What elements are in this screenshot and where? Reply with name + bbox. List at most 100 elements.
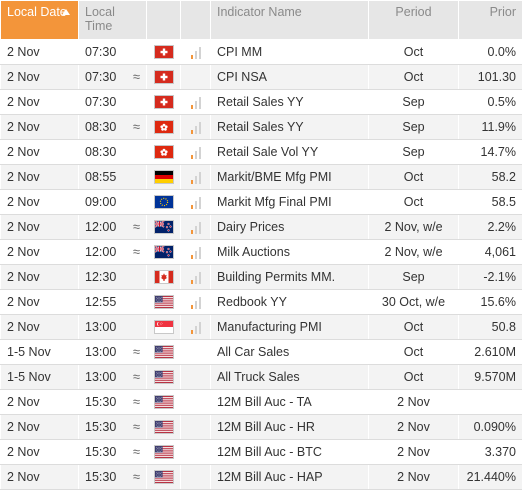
approximate-time-icon: ≈ [133, 394, 140, 409]
importance-bars-icon [191, 122, 201, 134]
importance-cell [181, 40, 211, 65]
indicator-name-cell[interactable]: Redbook YY [211, 290, 369, 315]
table-row[interactable]: 2 Nov13:00Manufacturing PMIOct50.8 [1, 315, 522, 340]
time-cell: 12:30 [79, 265, 147, 290]
importance-cell [181, 140, 211, 165]
prior-cell: 50.8 [459, 315, 522, 340]
indicator-name-cell[interactable]: Markit Mfg Final PMI [211, 190, 369, 215]
table-row[interactable]: 2 Nov08:30≈Retail Sales YYSep11.9% [1, 115, 522, 140]
table-row[interactable]: 2 Nov07:30≈ CPI NSAOct101.30 [1, 65, 522, 90]
indicator-name-cell[interactable]: CPI MM [211, 40, 369, 65]
header-prior[interactable]: Prior [459, 1, 522, 40]
indicator-name-cell[interactable]: All Car Sales [211, 340, 369, 365]
prior-cell: 0.5% [459, 90, 522, 115]
approximate-time-icon: ≈ [133, 69, 140, 84]
table-row[interactable]: 2 Nov12:30Building Permits MM.Sep-2.1% [1, 265, 522, 290]
indicator-name-cell[interactable]: Building Permits MM. [211, 265, 369, 290]
period-cell: Sep [369, 115, 459, 140]
time-cell: 07:30 [79, 40, 147, 65]
united-states-flag-icon [154, 370, 174, 384]
time-value: 07:30 [85, 45, 116, 59]
table-row[interactable]: 2 Nov15:30≈12M Bill Auc - TA2 Nov [1, 390, 522, 415]
importance-bars-icon [191, 47, 201, 59]
importance-bars-icon [191, 272, 201, 284]
prior-cell: -2.1% [459, 265, 522, 290]
indicator-name-cell[interactable]: 12M Bill Auc - HAP [211, 465, 369, 490]
table-row[interactable]: 2 Nov07:30Retail Sales YYSep0.5% [1, 90, 522, 115]
date-cell: 2 Nov [1, 240, 79, 265]
switzerland-flag-icon [154, 95, 174, 109]
prior-cell: 101.30 [459, 65, 522, 90]
table-row[interactable]: 1-5 Nov13:00≈All Truck SalesOct9.570M [1, 365, 522, 390]
header-local-time[interactable]: Local Time [79, 1, 147, 40]
period-cell: 2 Nov [369, 465, 459, 490]
importance-cell [181, 165, 211, 190]
period-cell: Sep [369, 265, 459, 290]
indicator-name-cell[interactable]: Retail Sales YY [211, 115, 369, 140]
indicator-name-cell[interactable]: 12M Bill Auc - BTC [211, 440, 369, 465]
period-cell: 2 Nov [369, 440, 459, 465]
indicator-name-cell[interactable]: CPI NSA [211, 65, 369, 90]
time-value: 08:30 [85, 145, 116, 159]
indicator-name-cell[interactable]: Retail Sale Vol YY [211, 140, 369, 165]
period-cell: Oct [369, 65, 459, 90]
table-row[interactable]: 2 Nov15:30≈12M Bill Auc - HAP2 Nov21.440… [1, 465, 522, 490]
approximate-time-icon: ≈ [133, 469, 140, 484]
period-cell: Oct [369, 165, 459, 190]
approximate-time-icon: ≈ [133, 344, 140, 359]
indicator-name-cell[interactable]: Dairy Prices [211, 215, 369, 240]
header-country [147, 1, 181, 40]
time-value: 15:30 [85, 395, 116, 409]
time-cell: 15:30≈ [79, 440, 147, 465]
canada-flag-icon [154, 270, 174, 284]
header-row: Local Date Local Time Indicator Name Per… [1, 1, 522, 40]
header-local-date[interactable]: Local Date [1, 1, 79, 40]
header-period[interactable]: Period [369, 1, 459, 40]
table-row[interactable]: 2 Nov12:55Redbook YY30 Oct, w/e15.6% [1, 290, 522, 315]
indicator-name-cell[interactable]: 12M Bill Auc - TA [211, 390, 369, 415]
table-row[interactable]: 2 Nov12:00≈Milk Auctions2 Nov, w/e4,061 [1, 240, 522, 265]
importance-cell [181, 465, 211, 490]
time-cell: 15:30≈ [79, 465, 147, 490]
new-zealand-flag-icon [154, 220, 174, 234]
indicator-name-cell[interactable]: Retail Sales YY [211, 90, 369, 115]
time-cell: 08:30≈ [79, 115, 147, 140]
prior-cell: 58.2 [459, 165, 522, 190]
table-row[interactable]: 1-5 Nov13:00≈All Car SalesOct2.610M [1, 340, 522, 365]
indicator-name-cell[interactable]: Markit/BME Mfg PMI [211, 165, 369, 190]
approximate-time-icon: ≈ [133, 369, 140, 384]
time-cell: 13:00 [79, 315, 147, 340]
time-value: 13:00 [85, 345, 116, 359]
indicator-name-cell[interactable]: All Truck Sales [211, 365, 369, 390]
period-cell: 2 Nov, w/e [369, 240, 459, 265]
date-cell: 2 Nov [1, 415, 79, 440]
indicator-name-cell[interactable]: Milk Auctions [211, 240, 369, 265]
time-cell: 15:30 ≈ [79, 390, 147, 415]
prior-cell: 2.2% [459, 215, 522, 240]
importance-bars-icon [191, 147, 201, 159]
time-cell: 07:30≈ [79, 65, 147, 90]
importance-cell [181, 290, 211, 315]
indicator-name-cell[interactable]: 12M Bill Auc - HR [211, 415, 369, 440]
importance-cell [181, 440, 211, 465]
table-row[interactable]: 2 Nov09:00Markit Mfg Final PMIOct58.5 [1, 190, 522, 215]
importance-cell [181, 115, 211, 140]
table-row[interactable]: 2 Nov07:30CPI MMOct0.0% [1, 40, 522, 65]
eurozone-flag-icon [154, 195, 174, 209]
table-row[interactable]: 2 Nov12:00≈Dairy Prices2 Nov, w/e2.2% [1, 215, 522, 240]
date-cell: 2 Nov [1, 65, 79, 90]
indicator-name-cell[interactable]: Manufacturing PMI [211, 315, 369, 340]
importance-cell [181, 240, 211, 265]
table-row[interactable]: 2 Nov08:30Retail Sale Vol YYSep14.7% [1, 140, 522, 165]
economic-calendar-table: Local Date Local Time Indicator Name Per… [0, 0, 522, 490]
prior-cell: 21.440% [459, 465, 522, 490]
header-indicator-name[interactable]: Indicator Name [211, 1, 369, 40]
table-row[interactable]: 2 Nov08:55Markit/BME Mfg PMIOct58.2 [1, 165, 522, 190]
country-cell [147, 190, 181, 215]
table-row[interactable]: 2 Nov15:30≈12M Bill Auc - HR2 Nov0.090% [1, 415, 522, 440]
time-cell: 12:55 [79, 290, 147, 315]
table-row[interactable]: 2 Nov15:30≈12M Bill Auc - BTC2 Nov3.370 [1, 440, 522, 465]
importance-cell [181, 90, 211, 115]
approximate-time-icon: ≈ [133, 419, 140, 434]
prior-cell: 58.5 [459, 190, 522, 215]
